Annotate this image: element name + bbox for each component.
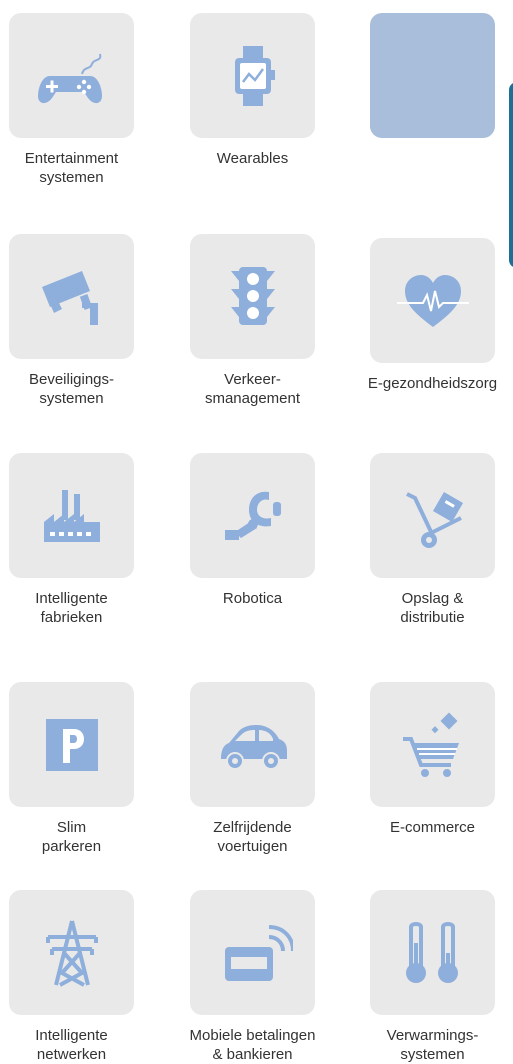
- tile-label: Opslag & distributie: [400, 590, 465, 626]
- tile-robotica[interactable]: Robotica: [190, 453, 315, 608]
- tile-box: [9, 234, 134, 359]
- shopping-cart-icon: [402, 712, 459, 777]
- tile-box: [9, 453, 134, 578]
- tile-box: [190, 13, 315, 138]
- tile-label: Robotica: [222, 590, 283, 607]
- tile-box-active: [370, 13, 495, 138]
- tile-entertainment[interactable]: Entertainment systemen: [9, 13, 134, 187]
- tile-verkeersmanagement[interactable]: Verkeer- smanagement: [190, 234, 315, 408]
- mobile-wifi-icon: [224, 924, 293, 981]
- tile-box: [370, 682, 495, 807]
- tile-box: [9, 682, 134, 807]
- tile-label: Intelligente fabrieken: [35, 590, 108, 626]
- parking-icon: [45, 718, 98, 771]
- tile-label: Entertainment systemen: [24, 150, 119, 186]
- tile-box: [190, 234, 315, 359]
- tile-wearables[interactable]: Wearables: [190, 13, 315, 168]
- tile-label: Beveiligings- systemen: [28, 371, 115, 407]
- tile-box: [370, 890, 495, 1015]
- iot-category-grid: Entertainment systemen Wearables Beveili…: [0, 0, 513, 1064]
- tile-selected-empty[interactable]: [370, 13, 495, 149]
- tile-label: E-commerce: [389, 819, 475, 836]
- tile-label: Zelfrijdende voertuigen: [213, 819, 292, 855]
- tile-e-gezondheidszorg[interactable]: E-gezondheidszorg: [368, 238, 497, 393]
- tile-label: Wearables: [216, 150, 289, 167]
- tile-beveiligingssystemen[interactable]: Beveiligings- systemen: [9, 234, 134, 408]
- tile-slim-parkeren[interactable]: Slim parkeren: [9, 682, 134, 856]
- tile-box: [9, 13, 134, 138]
- tile-verwarmingssystemen[interactable]: Verwarmings- systemen: [370, 890, 495, 1064]
- tile-label: Slim parkeren: [41, 819, 102, 855]
- smartwatch-icon: [234, 45, 275, 106]
- side-panel-edge[interactable]: [509, 82, 513, 268]
- gamepad-icon: [37, 53, 102, 103]
- tile-label: Mobiele betalingen & bankieren: [189, 1027, 316, 1063]
- tile-box: [9, 890, 134, 1015]
- robot-arm-icon: [224, 491, 281, 540]
- tile-opslag-distributie[interactable]: Opslag & distributie: [370, 453, 495, 627]
- tile-box: [370, 453, 495, 578]
- tile-label: Verkeer- smanagement: [204, 371, 301, 407]
- tile-box: [190, 453, 315, 578]
- tile-label: Verwarmings- systemen: [386, 1027, 479, 1063]
- heart-pulse-icon: [396, 274, 469, 327]
- thermometer-icon: [405, 921, 458, 983]
- car-icon: [220, 724, 287, 770]
- tile-label: E-gezondheidszorg: [367, 375, 498, 392]
- tile-box: [190, 890, 315, 1015]
- tile-zelfrijdende-voertuigen[interactable]: Zelfrijdende voertuigen: [190, 682, 315, 856]
- traffic-light-icon: [230, 266, 275, 325]
- tile-intelligente-netwerken[interactable]: Intelligente netwerken: [9, 890, 134, 1064]
- tile-box: [370, 238, 495, 363]
- tile-e-commerce[interactable]: E-commerce: [370, 682, 495, 837]
- security-camera-icon: [41, 270, 98, 325]
- tile-label: Intelligente netwerken: [35, 1027, 108, 1063]
- tile-box: [190, 682, 315, 807]
- tile-mobiele-betalingen[interactable]: Mobiele betalingen & bankieren: [190, 890, 315, 1064]
- power-tower-icon: [45, 920, 98, 987]
- factory-icon: [43, 489, 100, 542]
- hand-truck-icon: [405, 491, 463, 548]
- tile-intelligente-fabrieken[interactable]: Intelligente fabrieken: [9, 453, 134, 627]
